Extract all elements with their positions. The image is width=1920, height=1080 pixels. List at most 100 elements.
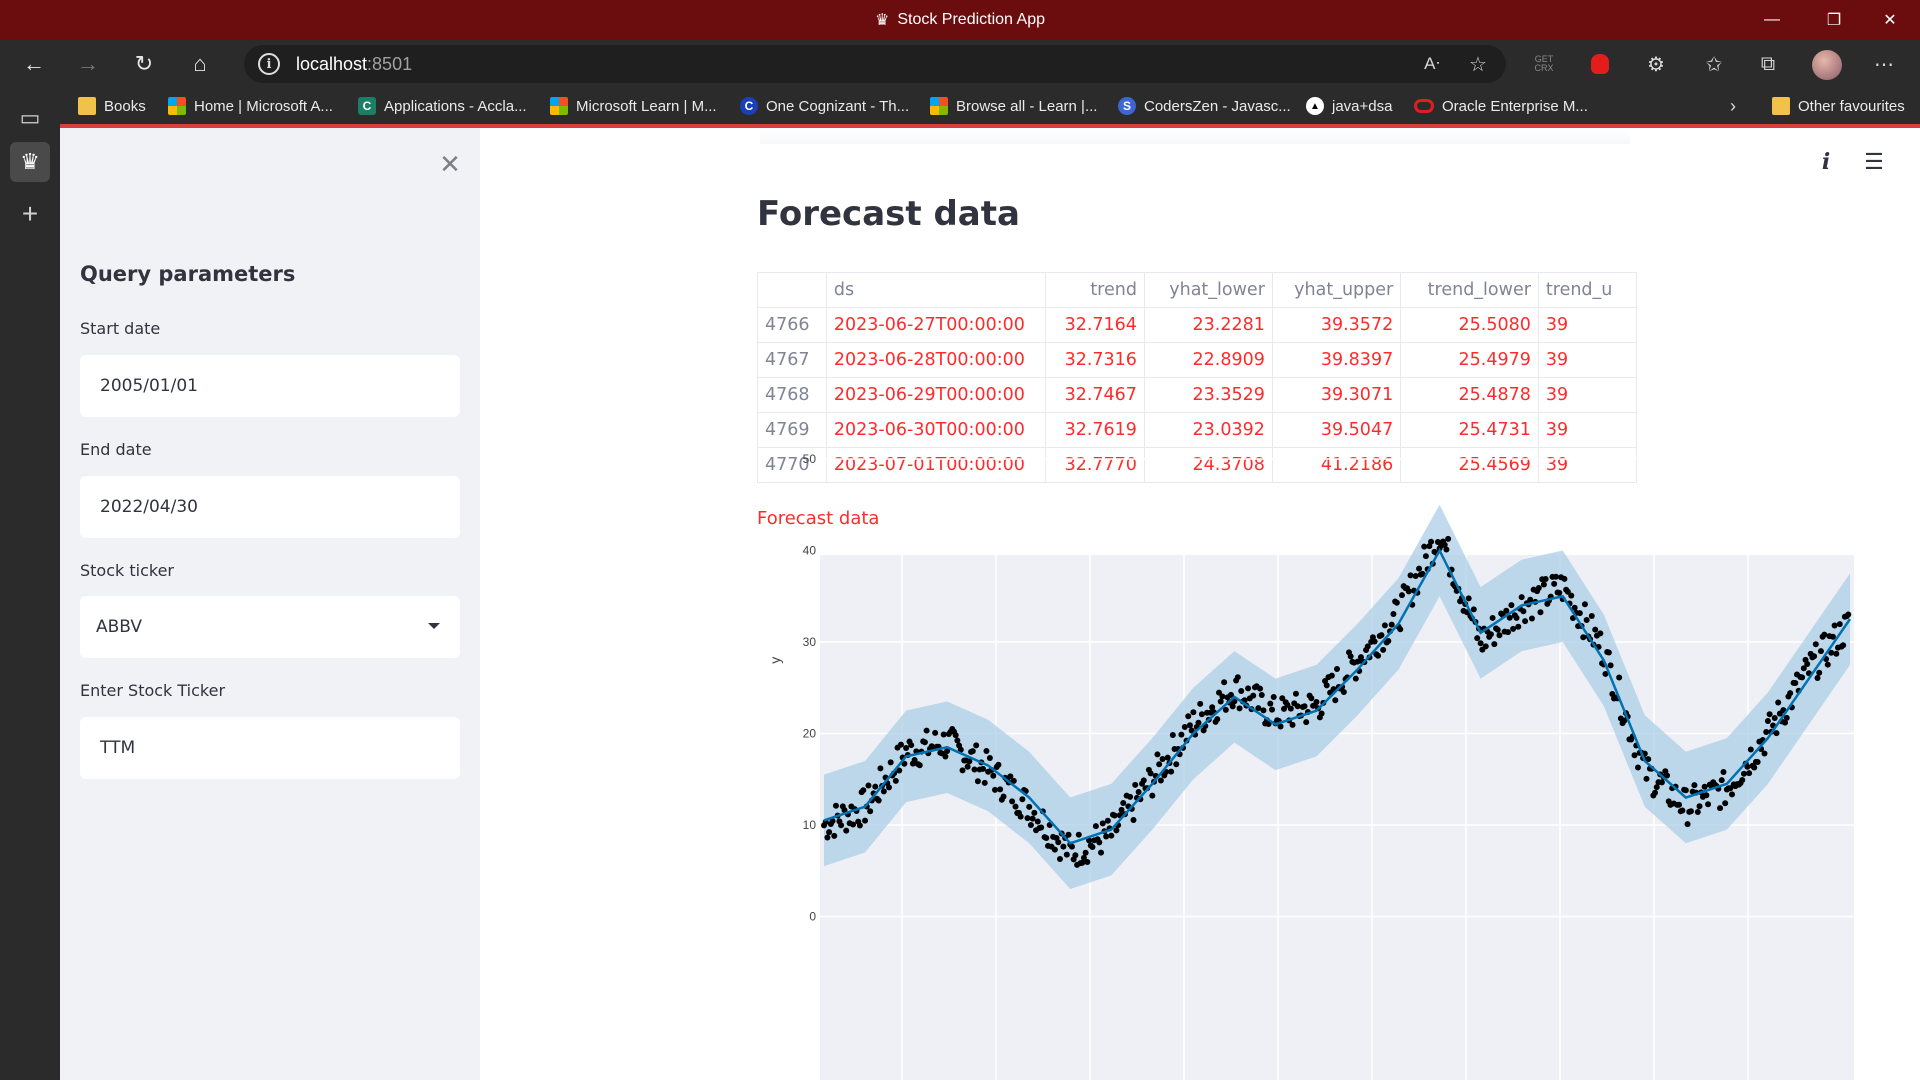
actual-point [1060,843,1067,850]
home-button[interactable]: ⌂ [182,46,218,82]
back-button[interactable]: ← [16,46,52,82]
minimize-button[interactable]: — [1744,0,1800,40]
actual-point [1270,694,1277,701]
actual-point [1393,599,1400,606]
actual-point [1775,699,1782,706]
cognizant-icon: C [740,97,758,115]
actual-point [1804,661,1811,668]
start-date-input[interactable]: 2005/01/01 [80,355,460,417]
crown-tab-icon[interactable]: ♛ [10,142,50,182]
actual-point [1149,792,1156,799]
crx-extension-icon[interactable]: GET CRX [1528,48,1560,80]
actual-point [1746,770,1753,777]
actual-point [1634,764,1641,771]
actual-point [1156,761,1163,768]
bookmark-browse-all[interactable]: Browse all - Learn |... [930,94,1097,118]
actual-point [1258,691,1265,698]
actual-point [1217,698,1224,705]
bookmark-coderszen[interactable]: S CodersZen - Javasc... [1118,94,1291,118]
actual-point [959,767,966,774]
read-aloud-icon[interactable]: Aᐧ [1416,48,1448,80]
tab-actions-icon[interactable]: ▭ [10,98,50,138]
bookmark-books[interactable]: Books [78,94,146,118]
actual-point [1443,546,1450,553]
other-favourites[interactable]: Other favourites [1772,94,1905,118]
site-info-icon[interactable]: i [258,53,280,75]
actual-point [1017,813,1024,820]
crown-icon: ♛ [875,12,890,29]
actual-point [1515,623,1522,630]
bookmark-oracle[interactable]: Oracle Enterprise M... [1414,94,1588,118]
actual-point [862,817,869,824]
url-text[interactable]: localhost:8501 [296,54,412,75]
refresh-button[interactable]: ↻ [126,46,162,82]
actual-point [1588,613,1595,620]
bookmark-microsoft-learn[interactable]: Microsoft Learn | M... [550,94,717,118]
actual-point [1824,661,1831,668]
triangle-icon: ▲ [1306,97,1324,115]
actual-point [1328,672,1335,679]
actual-point [1405,588,1412,595]
actual-point [1496,632,1503,639]
restore-button[interactable]: ❐ [1806,0,1862,40]
favorite-add-icon[interactable]: ☆ [1462,48,1494,80]
actual-point [1836,621,1843,628]
actual-point [1722,800,1729,807]
actual-point [1729,791,1736,798]
enter-ticker-input[interactable]: TTM [80,717,460,779]
forward-button[interactable]: → [70,46,106,82]
actual-point [1487,631,1494,638]
oracle-icon [1414,99,1434,113]
actual-point [1154,751,1161,758]
page-content: ✕ Query parameters Start date 2005/01/01… [60,124,1920,1080]
microsoft-icon [550,97,568,115]
actual-point [1814,675,1821,682]
actual-point [887,759,894,766]
actual-point [1542,575,1549,582]
actual-point [1051,846,1058,853]
collections-icon[interactable]: ⧉ [1752,48,1784,80]
actual-point [1551,580,1558,587]
close-sidebar-icon[interactable]: ✕ [436,149,464,179]
actual-point [1616,674,1623,681]
end-date-input[interactable]: 2022/04/30 [80,476,460,538]
favorites-icon[interactable]: ✩ [1698,48,1730,80]
actual-point [877,765,884,772]
actual-point [940,731,947,738]
close-window-button[interactable]: ✕ [1862,0,1918,40]
more-menu-icon[interactable]: ⋯ [1868,48,1900,80]
actual-point [843,827,850,834]
actual-point [1019,796,1026,803]
actual-point [1236,705,1243,712]
profile-avatar[interactable] [1812,50,1842,80]
actual-point [1056,856,1063,863]
actual-point [1718,777,1725,784]
actual-point [1687,808,1694,815]
stock-ticker-select[interactable]: ABBV [80,596,460,658]
new-tab-plus-icon[interactable]: + [10,194,50,234]
actual-point [897,741,904,748]
actual-point [1130,816,1137,823]
actual-point [867,808,874,815]
actual-point [1428,538,1435,545]
actual-point [1168,768,1175,775]
actual-point [980,765,987,772]
stop-extension-icon[interactable] [1584,48,1616,80]
bookmark-applications[interactable]: C Applications - Accla... [358,94,527,118]
bookmark-java-dsa[interactable]: ▲ java+dsa [1306,94,1392,118]
actual-point [1556,589,1563,596]
bookmark-home-microsoft[interactable]: Home | Microsoft A... [168,94,333,118]
c-icon: C [358,97,376,115]
extensions-icon[interactable]: ⚙ [1640,48,1672,80]
actual-point [1528,615,1535,622]
more-bookmarks-chevron-icon[interactable]: › [1730,94,1736,118]
bookmark-one-cognizant[interactable]: C One Cognizant - Th... [740,94,909,118]
bookmarks-bar: Books Home | Microsoft A... C Application… [60,88,1920,124]
forecast-chart[interactable]: 0 10 20 30 40 50 y [480,128,1920,1080]
actual-point [1491,641,1498,648]
actual-point [1313,699,1320,706]
actual-point [1303,719,1310,726]
actual-point [1111,812,1118,819]
actual-point [1334,665,1340,672]
address-bar[interactable]: i localhost:8501 Aᐧ ☆ [244,45,1506,83]
